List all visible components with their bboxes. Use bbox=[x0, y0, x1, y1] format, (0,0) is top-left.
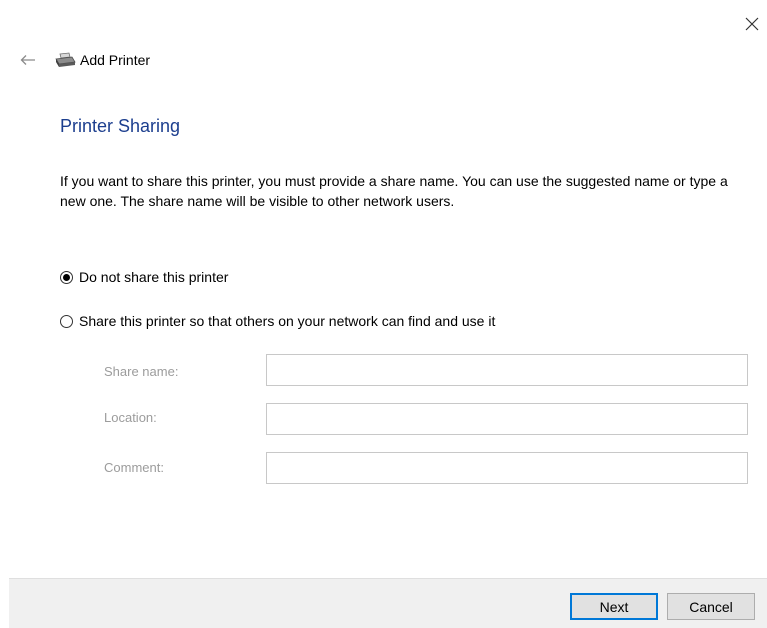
cancel-button[interactable]: Cancel bbox=[667, 593, 755, 620]
share-name-label: Share name: bbox=[104, 364, 179, 379]
location-label: Location: bbox=[104, 410, 157, 425]
share-name-input[interactable] bbox=[266, 354, 748, 386]
back-arrow-icon bbox=[20, 55, 35, 65]
do-not-share-radio-option[interactable]: Do not share this printer bbox=[60, 268, 228, 286]
close-icon bbox=[745, 17, 759, 31]
back-button[interactable] bbox=[16, 50, 40, 70]
share-printer-label: Share this printer so that others on you… bbox=[79, 313, 496, 329]
instructions-text: If you want to share this printer, you m… bbox=[60, 173, 728, 209]
share-printer-radio[interactable] bbox=[60, 314, 73, 328]
comment-label: Comment: bbox=[104, 460, 164, 475]
printer-icon bbox=[54, 51, 76, 69]
close-button[interactable] bbox=[740, 12, 764, 36]
window-title: Add Printer bbox=[80, 52, 151, 68]
next-button[interactable]: Next bbox=[570, 593, 658, 620]
footer-bar: Next Cancel bbox=[9, 578, 767, 628]
comment-input[interactable] bbox=[266, 452, 748, 484]
page-title: Printer Sharing bbox=[60, 116, 181, 136]
do-not-share-label: Do not share this printer bbox=[79, 269, 229, 285]
do-not-share-radio[interactable] bbox=[60, 270, 73, 284]
share-printer-radio-option[interactable]: Share this printer so that others on you… bbox=[60, 312, 495, 330]
title-bar: Add Printer bbox=[16, 50, 150, 70]
location-input[interactable] bbox=[266, 403, 748, 435]
radio-selected-dot bbox=[63, 273, 70, 281]
